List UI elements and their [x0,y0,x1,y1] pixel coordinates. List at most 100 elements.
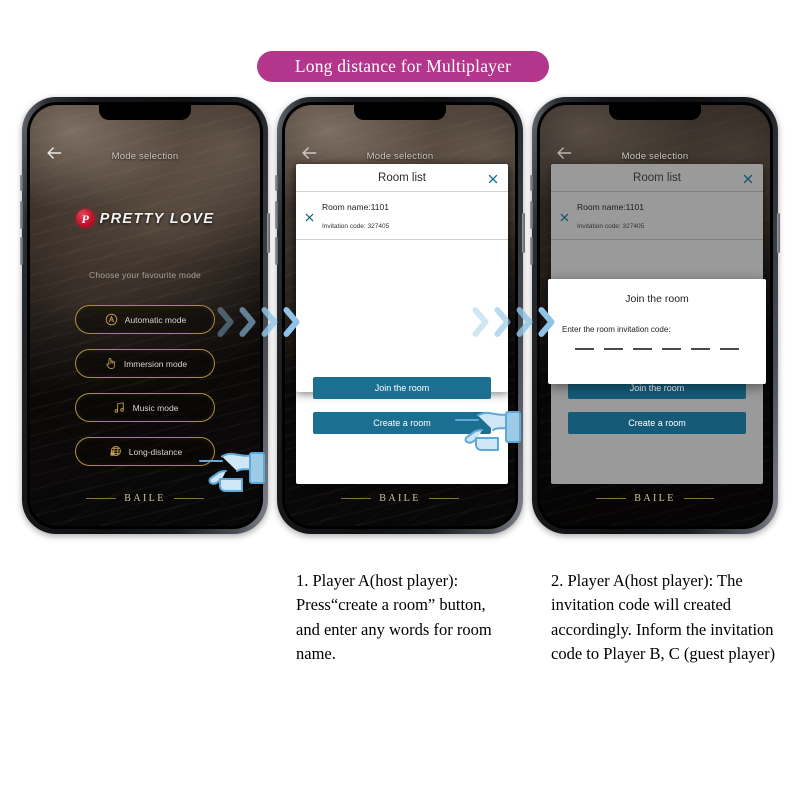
code-slot[interactable] [662,348,681,350]
footer-rule-left [341,498,372,499]
footer-label: BAILE [634,493,676,504]
automatic-mode-icon [104,312,119,327]
chevron-right-icon [494,307,511,337]
room-list-title: Room list [633,171,681,184]
phone-1-volume-down-button[interactable] [20,237,23,265]
back-arrow-icon[interactable] [554,143,574,163]
chevron-right-icon [472,307,489,337]
join-modal-title: Join the room [625,293,689,305]
room-list-dialog: Room list Room name:1101 Invitation code… [551,164,763,284]
header-title: Mode selection [366,150,434,162]
footer-rule-left [86,498,117,499]
footer-rule-left [596,498,627,499]
phone-2-mute-switch[interactable] [275,175,278,191]
phone-2-volume-up-button[interactable] [275,201,278,229]
mode-button-immersion[interactable]: Immersion mode [75,349,215,378]
pointing-hand-icon-1 [196,449,268,502]
room-list-empty-area [551,240,763,284]
phone-2-volume-down-button[interactable] [275,237,278,265]
header-title: Mode selection [111,150,179,162]
invitation-code-prompt: Enter the room invitation code: [562,325,671,334]
close-icon[interactable] [487,172,499,184]
header-title: Mode selection [621,150,689,162]
mode-button-automatic[interactable]: Automatic mode [75,305,215,334]
close-icon[interactable] [742,172,754,184]
footer-rule-right [428,498,459,499]
invitation-code-input[interactable] [548,348,766,350]
delete-x-icon[interactable] [304,210,315,221]
mode-label: Immersion mode [123,358,188,369]
phone-3-bezel: Mode selection remote mode BAILE [537,102,773,529]
phone-3-volume-up-button[interactable] [530,201,533,229]
room-name-label: Room name:1101 [577,202,644,212]
phone-1-volume-up-button[interactable] [20,201,23,229]
banner-title: Long distance for Multiplayer [294,56,512,76]
join-the-room-button[interactable]: Join the room [313,377,491,399]
chevron-right-icon [283,307,300,337]
code-slot[interactable] [633,348,652,350]
phone-1-notch [99,105,191,120]
join-the-room-label: Join the room [374,383,430,393]
brand-name: PRETTY LOVE [99,210,215,227]
room-list-header: Room list [551,164,763,192]
mode-subtitle: Choose your favourite mode [89,270,201,280]
mode-label: Automatic mode [124,314,187,325]
phone-3-mute-switch[interactable] [530,175,533,191]
invitation-code-label: Invitation code: 327405 [322,223,390,230]
phone-3-power-button[interactable] [777,213,780,253]
phone-1-app-header: Mode selection [30,145,260,167]
phone-1-power-button[interactable] [267,213,270,253]
chevron-right-icon [538,307,555,337]
brand-footer: BAILE [540,493,770,504]
phone-2-notch [354,105,446,120]
create-a-room-button[interactable]: Create a room [568,412,746,434]
mode-button-long-distance[interactable]: Long-distance [75,437,215,466]
phone-3-notch [609,105,701,120]
brand-logo: P PRETTY LOVE [30,209,260,228]
room-list-dialog: Room list Room name:1101 Invitation code… [296,164,508,392]
brand-mark-icon: P [75,209,95,228]
room-actions: Join the room Create a room [551,377,763,447]
footer-label: BAILE [379,493,421,504]
caption-step-1: 1. Player A(host player): Press“create a… [296,571,492,663]
delete-x-icon[interactable] [559,210,570,221]
room-list-row[interactable]: Room name:1101 Invitation code: 327405 [551,192,763,240]
room-list-row[interactable]: Room name:1101 Invitation code: 327405 [296,192,508,240]
title-banner: Long distance for Multiplayer [257,51,549,82]
mode-label: Long-distance [128,446,183,457]
room-list-header: Room list [296,164,508,192]
mode-label: Music mode [132,402,179,413]
phone-3: Mode selection remote mode BAILE [530,97,780,534]
flow-arrow-group-1 [214,305,302,339]
phone-1-mute-switch[interactable] [20,175,23,191]
phone-3-volume-down-button[interactable] [530,237,533,265]
slide-root: Long distance for Multiplayer Mode selec… [0,0,800,800]
room-row-text: Room name:1101 Invitation code: 327405 [577,197,644,233]
join-the-room-label: Join the room [629,383,685,393]
code-slot[interactable] [720,348,739,350]
chevron-right-icon [217,307,234,337]
chevron-right-icon [239,307,256,337]
code-slot[interactable] [691,348,710,350]
code-slot[interactable] [575,348,594,350]
create-a-room-label: Create a room [628,418,686,428]
flow-arrow-group-2 [469,305,557,339]
hand-touch-icon [103,356,118,371]
brand-footer: BAILE [285,493,515,504]
chevron-right-icon [261,307,278,337]
mode-button-music[interactable]: Music mode [75,393,215,422]
chevron-right-icon [516,307,533,337]
join-the-room-modal: Join the room Enter the room invitation … [548,279,766,384]
back-arrow-icon[interactable] [299,143,319,163]
phone-3-screen: Mode selection remote mode BAILE [540,105,770,526]
music-note-icon [112,400,127,415]
footer-rule-right [683,498,714,499]
caption-step-2: 2. Player A(host player): The invitation… [551,571,776,663]
footer-label: BAILE [124,493,166,504]
room-list-title: Room list [378,171,426,184]
phone-2-power-button[interactable] [522,213,525,253]
code-slot[interactable] [604,348,623,350]
invitation-code-label: Invitation code: 327405 [577,223,645,230]
create-a-room-label: Create a room [373,418,431,428]
back-arrow-icon[interactable] [44,143,64,163]
